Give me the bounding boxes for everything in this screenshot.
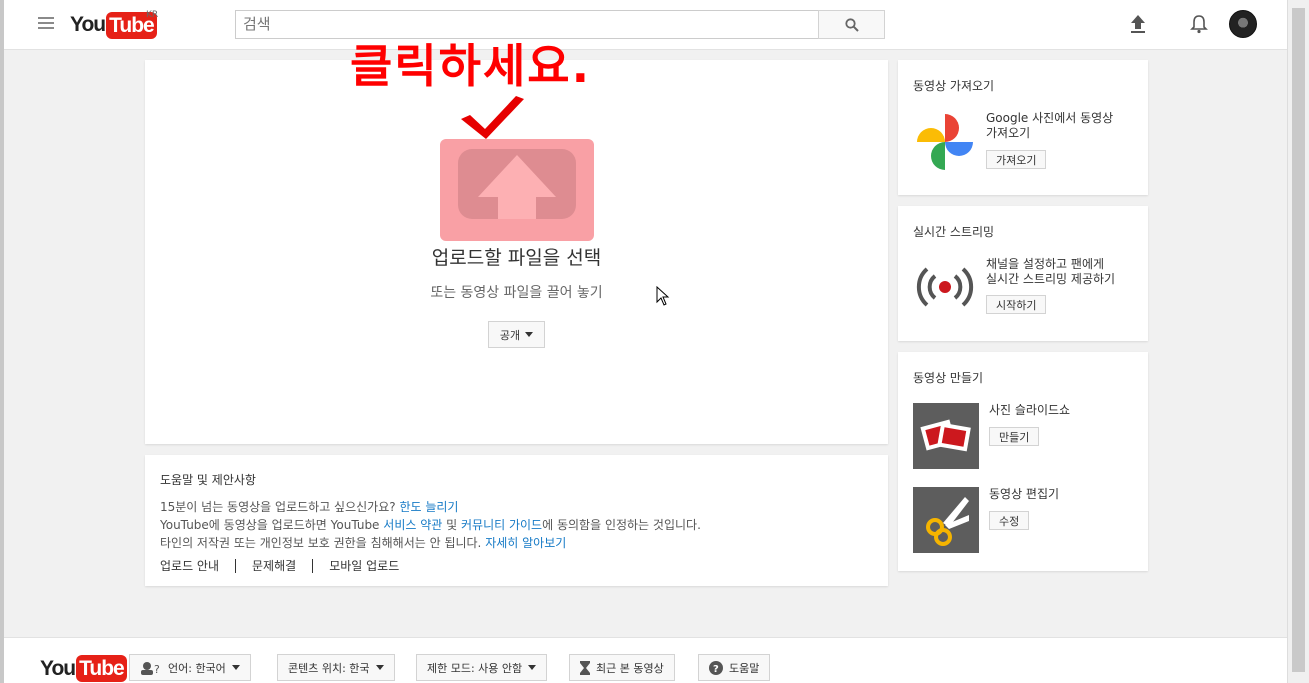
content-location-button[interactable]: 콘텐츠 위치: 한국 — [277, 654, 395, 681]
help-text: YouTube에 동영상을 업로드하면 YouTube — [160, 518, 380, 532]
help-line-copyright: 타인의 저작권 또는 개인정보 보호 권한을 침해해서는 안 됩니다. 자세히 … — [160, 534, 873, 552]
live-text-2: 실시간 스트리밍 제공하기 — [986, 272, 1116, 286]
history-label: 최근 본 동영상 — [596, 661, 664, 675]
window-frame — [0, 0, 4, 683]
checkmark-icon — [461, 96, 524, 139]
import-video-card: 동영상 가져오기 Google 사진에서 동영상 가져오기 가져오기 — [898, 60, 1148, 195]
upload-panel: 클릭하세요. 업로드할 파일을 선택 또는 동영상 파일을 끌어 놓기 공개 — [145, 39, 888, 444]
upload-icon[interactable] — [1128, 13, 1148, 35]
logo-you-text: You — [70, 13, 106, 36]
footer-youtube-logo[interactable]: You Tube — [40, 655, 127, 682]
import-button[interactable]: 가져오기 — [986, 150, 1047, 169]
increase-limit-link[interactable]: 한도 늘리기 — [399, 500, 458, 514]
search-button[interactable] — [818, 10, 885, 39]
upload-arrow-icon — [458, 149, 576, 219]
upload-title: 업로드할 파일을 선택 — [431, 247, 602, 269]
divider — [312, 558, 314, 573]
help-line-limit: 15분이 넘는 동영상을 업로드하고 싶으신가요? 한도 늘리기 — [160, 498, 873, 516]
upload-guide-link[interactable]: 업로드 안내 — [160, 557, 219, 574]
create-title: 동영상 만들기 — [913, 371, 984, 385]
help-title: 도움말 및 제안사항 — [160, 473, 256, 487]
video-editor-label: 동영상 편집기 — [989, 487, 1060, 501]
scrollbar-thumb[interactable] — [1292, 8, 1305, 672]
svg-text:?: ? — [713, 664, 719, 675]
editor-thumbnail[interactable] — [913, 487, 979, 553]
live-title: 실시간 스트리밍 — [913, 225, 995, 239]
click-annotation: 클릭하세요. — [350, 39, 592, 93]
notification-bell-icon[interactable] — [1189, 13, 1209, 35]
help-text: 15분이 넘는 동영상을 업로드하고 싶으신가요? — [160, 500, 396, 514]
live-streaming-card: 실시간 스트리밍 채널을 설정하고 팬에게 실시간 스트리밍 제공하기 시작하기 — [898, 206, 1148, 341]
mouse-cursor-icon — [656, 286, 670, 306]
avatar[interactable] — [1229, 10, 1257, 38]
guide-menu-icon[interactable] — [38, 17, 54, 31]
edit-video-button[interactable]: 수정 — [989, 511, 1030, 530]
content-location-label: 콘텐츠 위치: 한국 — [288, 661, 370, 675]
youtube-logo[interactable]: You Tube KR — [70, 10, 159, 39]
upload-file-button[interactable] — [440, 139, 594, 241]
hourglass-icon — [580, 660, 590, 675]
scissors-icon — [926, 497, 969, 546]
caret-down-icon — [231, 665, 240, 670]
create-video-card: 동영상 만들기 사진 슬라이드쇼 만들기 동영상 편집기 수정 — [898, 352, 1148, 571]
help-panel: 도움말 및 제안사항 15분이 넘는 동영상을 업로드하고 싶으신가요? 한도 … — [145, 455, 888, 586]
caret-down-icon — [525, 332, 534, 337]
slideshow-thumbnail[interactable] — [913, 403, 979, 469]
logo-you-text: You — [40, 656, 76, 680]
footer: You Tube ? 언어: 한국어 콘텐츠 위치: 한국 제한 모드: 사용 … — [4, 637, 1287, 683]
create-slideshow-button[interactable]: 만들기 — [989, 427, 1040, 446]
troubleshoot-link[interactable]: 문제해결 — [252, 557, 296, 574]
region-code: KR — [146, 10, 159, 20]
privacy-dropdown[interactable]: 공개 — [488, 321, 545, 348]
logo-tube-text: Tube — [76, 655, 127, 682]
import-text-2: 가져오기 — [986, 126, 1031, 140]
svg-text:?: ? — [154, 663, 160, 675]
scrollbar[interactable] — [1287, 0, 1309, 683]
language-button[interactable]: ? 언어: 한국어 — [129, 654, 251, 681]
history-button[interactable]: 최근 본 동영상 — [569, 654, 675, 681]
mobile-upload-link[interactable]: 모바일 업로드 — [329, 557, 399, 574]
learn-more-link[interactable]: 자세히 알아보기 — [485, 536, 566, 550]
help-links: 업로드 안내 문제해결 모바일 업로드 — [160, 557, 873, 574]
help-button[interactable]: ? 도움말 — [698, 654, 771, 681]
caret-down-icon — [528, 665, 537, 670]
slideshow-label: 사진 슬라이드쇼 — [989, 403, 1071, 417]
live-broadcast-icon — [916, 267, 974, 307]
help-text: 및 — [446, 518, 458, 532]
import-text-1: Google 사진에서 동영상 — [986, 111, 1114, 125]
start-streaming-button[interactable]: 시작하기 — [986, 295, 1047, 314]
community-guidelines-link[interactable]: 커뮤니티 가이드 — [461, 518, 542, 532]
help-text: 에 동의함을 인정하는 것입니다. — [542, 518, 701, 532]
restricted-mode-button[interactable]: 제한 모드: 사용 안함 — [416, 654, 548, 681]
language-icon: ? — [141, 661, 160, 675]
live-text-1: 채널을 설정하고 팬에게 — [986, 257, 1105, 271]
search-input[interactable]: 검색 — [235, 10, 819, 39]
divider — [235, 558, 237, 573]
upload-subtitle: 또는 동영상 파일을 끌어 놓기 — [430, 285, 603, 301]
import-title: 동영상 가져오기 — [913, 79, 995, 93]
caret-down-icon — [375, 665, 384, 670]
help-line-terms: YouTube에 동영상을 업로드하면 YouTube 서비스 약관 및 커뮤니… — [160, 516, 873, 534]
google-photos-icon — [917, 114, 973, 170]
photo-slideshow-icon — [920, 419, 971, 452]
help-text: 타인의 저작권 또는 개인정보 보호 권한을 침해해서는 안 됩니다. — [160, 536, 482, 550]
masthead: You Tube KR 검색 — [4, 0, 1287, 50]
terms-of-service-link[interactable]: 서비스 약관 — [383, 518, 442, 532]
restricted-mode-label: 제한 모드: 사용 안함 — [427, 661, 523, 675]
help-label: 도움말 — [729, 661, 760, 675]
privacy-label: 공개 — [499, 328, 521, 342]
help-icon: ? — [709, 660, 723, 675]
language-label: 언어: 한국어 — [168, 661, 226, 675]
search-icon — [844, 17, 859, 32]
